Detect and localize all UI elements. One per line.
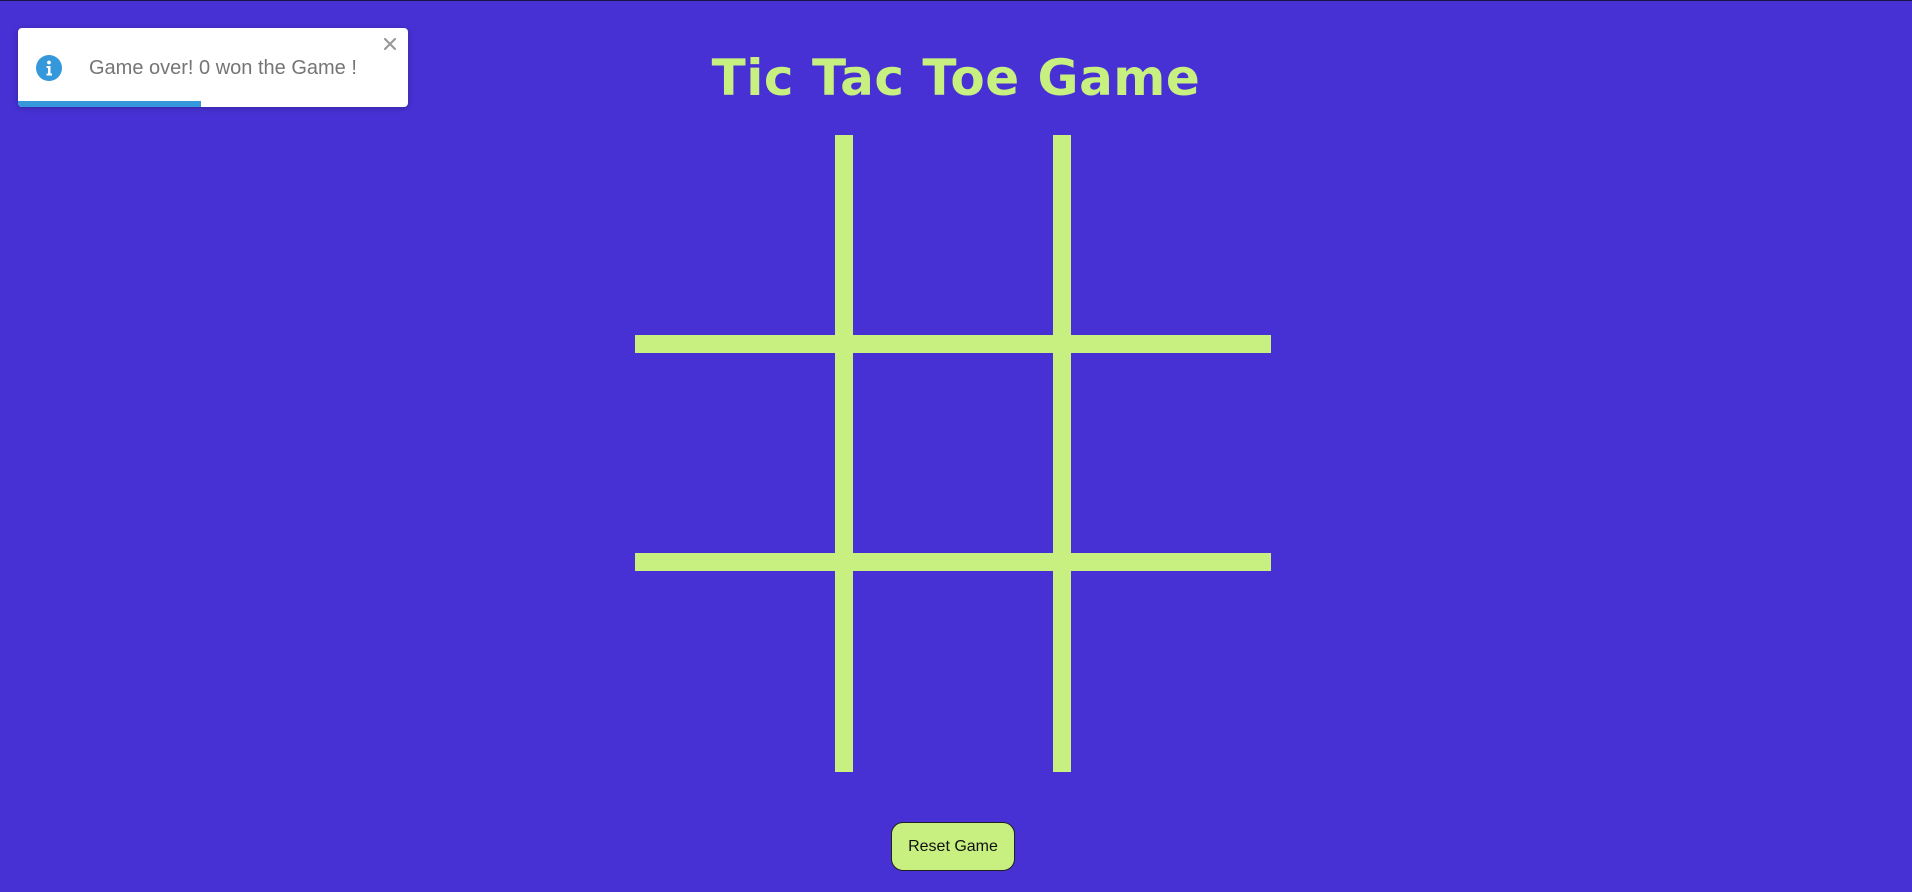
board-cell-2[interactable] (853, 135, 1053, 335)
board-cell-7[interactable] (635, 571, 835, 771)
reset-game-button[interactable]: Reset Game (891, 822, 1015, 871)
board-cell-5[interactable] (853, 353, 1053, 553)
page-title: Tic Tac Toe Game (711, 49, 1201, 107)
game-board (635, 135, 1271, 772)
board-cell-9[interactable] (1071, 571, 1271, 771)
grid-line-vertical-1 (835, 135, 853, 772)
grid-line-vertical-2 (1053, 135, 1071, 772)
grid-line-horizontal-2 (635, 553, 1271, 571)
board-cell-6[interactable] (1071, 353, 1271, 553)
board-cell-3[interactable] (1071, 135, 1271, 335)
board-cell-4[interactable] (635, 353, 835, 553)
grid-line-horizontal-1 (635, 335, 1271, 353)
board-cell-1[interactable] (635, 135, 835, 335)
board-cell-8[interactable] (853, 571, 1053, 771)
